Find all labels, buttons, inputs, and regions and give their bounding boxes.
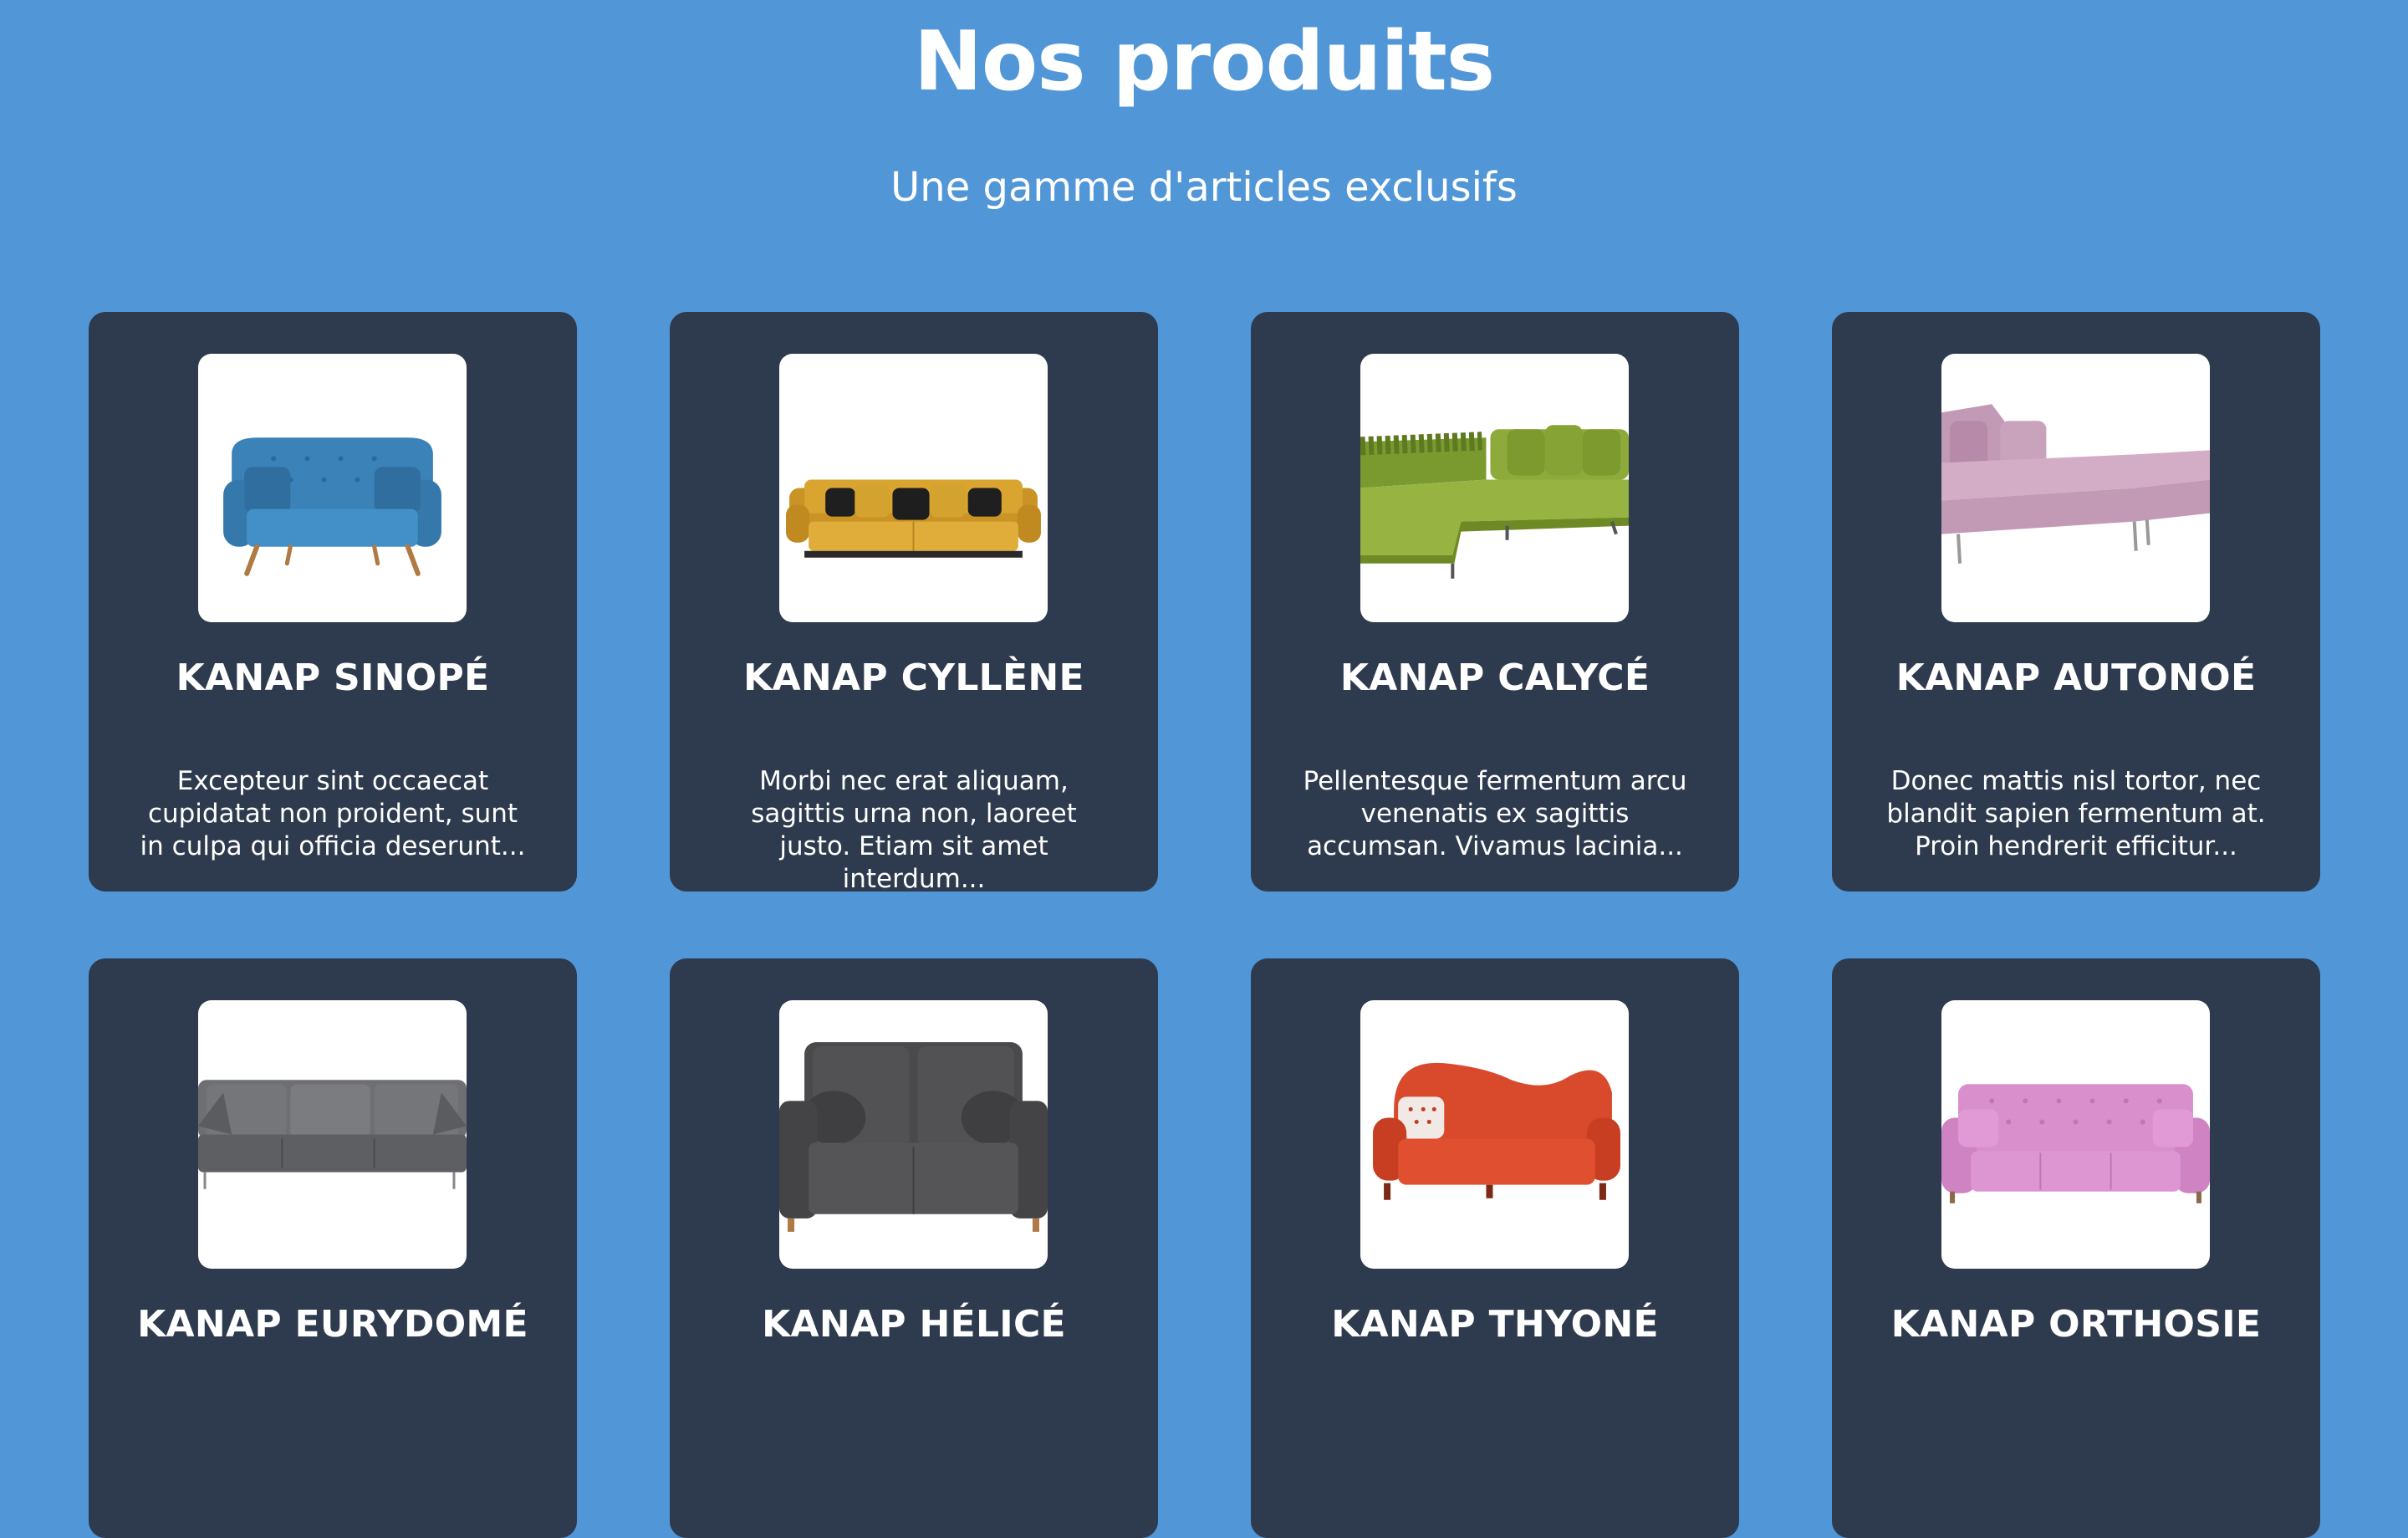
product-name: KANAP SINOPÉ xyxy=(176,657,490,699)
dark-gray-sofa-image xyxy=(779,1042,1048,1232)
product-description: Pellentesque fermentum arcu venenatis ex… xyxy=(1303,766,1687,861)
product-image[interactable] xyxy=(1941,1000,2210,1269)
product-image[interactable] xyxy=(1360,1000,1629,1269)
green-corner-sofa-image xyxy=(1360,425,1629,579)
product-description: Morbi nec erat aliquam, sagittis urna no… xyxy=(751,766,1077,894)
product-name: KANAP AUTONOÉ xyxy=(1895,657,2257,699)
red-sofa-image xyxy=(1373,1062,1620,1200)
product-image[interactable] xyxy=(1360,354,1629,622)
pink-tufted-sofa-image xyxy=(1941,1084,2210,1203)
product-card[interactable]: KANAP SINOPÉ Excepteur sint occaecat cup… xyxy=(89,312,577,892)
blue-sofa-image xyxy=(223,437,441,576)
product-name: KANAP THYONÉ xyxy=(1331,1303,1659,1346)
product-name: KANAP ORTHOSIE xyxy=(1890,1303,2262,1346)
gray-sofa-image xyxy=(198,1080,467,1189)
yellow-sofa-image xyxy=(786,479,1041,558)
product-card[interactable]: KANAP AUTONOÉ Donec mattis nisl tortor, … xyxy=(1832,312,2320,892)
product-image[interactable] xyxy=(198,354,467,622)
product-image[interactable] xyxy=(779,354,1048,622)
product-description: Donec mattis nisl tortor, nec blandit sa… xyxy=(1886,766,2266,861)
page-title: Nos produits xyxy=(913,14,1495,110)
product-card[interactable]: KANAP CYLLÈNE Morbi nec erat aliquam, sa… xyxy=(670,312,1158,894)
product-card[interactable]: KANAP CALYCÉ Pellentesque fermentum arcu… xyxy=(1251,312,1739,892)
product-image[interactable] xyxy=(779,1000,1048,1269)
product-card[interactable]: KANAP ORTHOSIE xyxy=(1832,958,2320,1538)
pink-corner-sofa-image xyxy=(1941,404,2210,564)
product-name: KANAP EURYDOMÉ xyxy=(137,1303,528,1346)
products-grid: KANAP SINOPÉ Excepteur sint occaecat cup… xyxy=(89,312,2320,1538)
product-card[interactable]: KANAP HÉLICÉ xyxy=(670,958,1158,1538)
product-description: Excepteur sint occaecat cupidatat non pr… xyxy=(140,766,526,861)
product-image[interactable] xyxy=(1941,354,2210,622)
product-name: KANAP CALYCÉ xyxy=(1339,657,1650,699)
product-image[interactable] xyxy=(198,1000,467,1269)
page-subtitle: Une gamme d'articles exclusifs xyxy=(890,164,1518,211)
product-name: KANAP CYLLÈNE xyxy=(743,657,1084,699)
product-card[interactable]: KANAP THYONÉ xyxy=(1251,958,1739,1538)
product-name: KANAP HÉLICÉ xyxy=(762,1303,1066,1346)
product-card[interactable]: KANAP EURYDOMÉ xyxy=(89,958,577,1538)
